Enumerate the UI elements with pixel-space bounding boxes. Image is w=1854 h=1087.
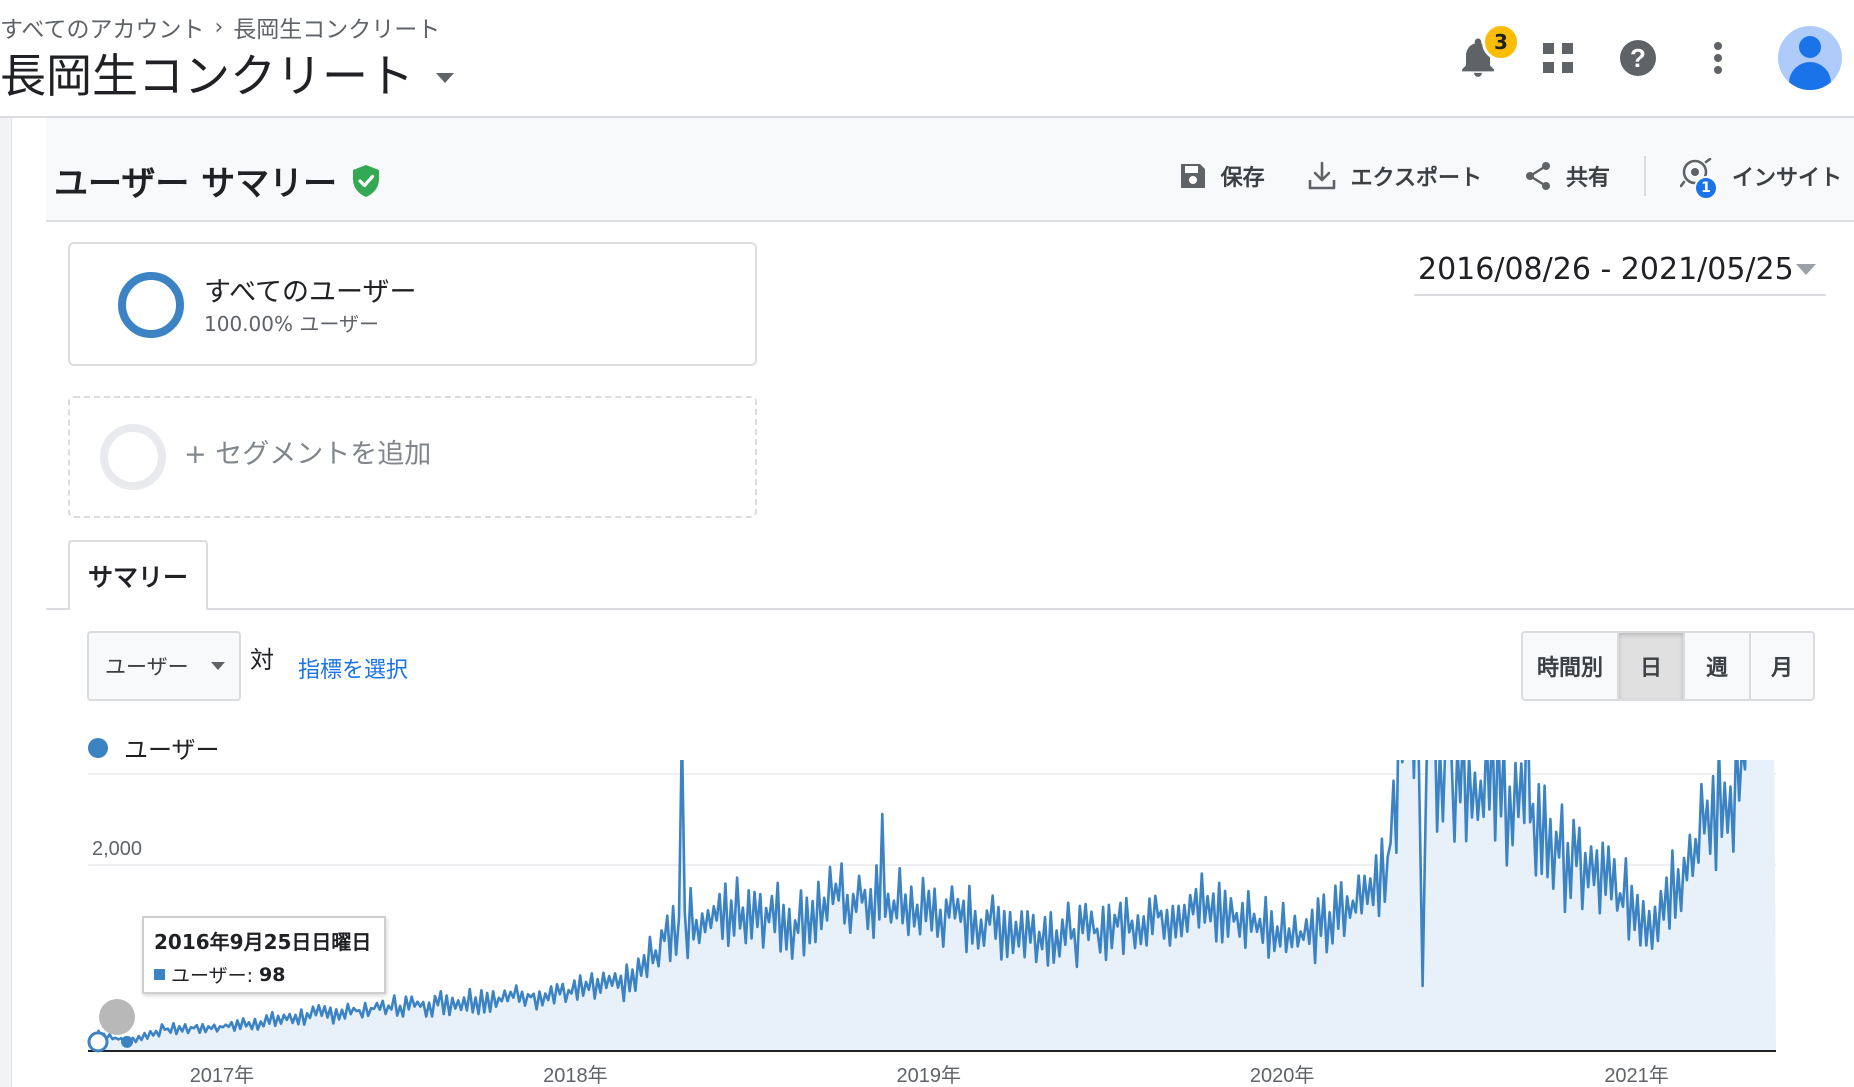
granularity-week-button[interactable]: 週: [1685, 633, 1751, 699]
more-vert-icon: [1714, 42, 1722, 74]
metric-dropdown-value: ユーザー: [105, 655, 189, 679]
report-title-text: ユーザー サマリー: [54, 164, 338, 204]
x-tick-label: 2020年: [1250, 1064, 1315, 1087]
help-icon: ?: [1620, 40, 1656, 76]
save-label: 保存: [1220, 166, 1265, 191]
report-header: ユーザー サマリー 保存 エクスポート 共有 1 インサイト: [46, 118, 1854, 222]
chevron-right-icon: ›: [214, 14, 224, 40]
insights-count-badge: 1: [1693, 176, 1718, 200]
x-tick-label: 2018年: [543, 1064, 608, 1087]
avatar-head: [1799, 36, 1821, 58]
tooltip-swatch: [154, 969, 165, 980]
notifications-button[interactable]: 3: [1438, 22, 1520, 94]
top-header: すべてのアカウント › 長岡生コンクリート 長岡生コンクリート 3 ?: [0, 0, 1854, 118]
caret-down-icon: [211, 662, 225, 670]
granularity-month-button[interactable]: 月: [1751, 633, 1813, 699]
account-avatar[interactable]: [1778, 26, 1842, 90]
date-range-picker[interactable]: 2016/08/26 - 2021/05/25: [1414, 244, 1826, 296]
tabs-divider: [46, 608, 1854, 610]
tooltip-row: ユーザー: 98: [154, 961, 374, 988]
x-tick-label: 2019年: [897, 1064, 962, 1087]
metric-dropdown[interactable]: ユーザー: [87, 631, 241, 701]
breadcrumb-all-accounts[interactable]: すべてのアカウント: [0, 10, 204, 44]
account-title: 長岡生コンクリート: [0, 49, 414, 103]
segment-ring-icon: [118, 272, 184, 338]
granularity-day-button[interactable]: 日: [1619, 633, 1685, 699]
save-button[interactable]: 保存: [1179, 160, 1265, 192]
add-segment-label: + セグメントを追加: [184, 439, 432, 470]
help-button[interactable]: ?: [1598, 22, 1678, 94]
chart-tooltip: 2016年9月25日日曜日 ユーザー: 98: [142, 916, 386, 994]
insights-button[interactable]: 1 インサイト: [1679, 157, 1842, 200]
date-range-text: 2016/08/26 - 2021/05/25: [1418, 251, 1794, 287]
granularity-hourly-button[interactable]: 時間別: [1523, 633, 1619, 699]
select-metric-link[interactable]: 指標を選択: [298, 652, 408, 684]
share-icon: [1525, 162, 1550, 190]
share-label: 共有: [1565, 166, 1610, 191]
more-options-button[interactable]: [1678, 22, 1758, 94]
action-divider: [1643, 156, 1646, 196]
report-title: ユーザー サマリー: [54, 156, 381, 205]
tooltip-date: 2016年9月25日日曜日: [154, 930, 372, 954]
tab-summary[interactable]: サマリー: [68, 540, 208, 610]
breadcrumb: すべてのアカウント › 長岡生コンクリート: [0, 10, 440, 44]
apps-grid-icon: [1543, 43, 1573, 73]
avatar-body: [1789, 62, 1831, 90]
verified-shield-icon: [353, 164, 380, 197]
account-selector[interactable]: 長岡生コンクリート: [0, 40, 454, 106]
share-button[interactable]: 共有: [1524, 160, 1610, 192]
apps-button[interactable]: [1518, 22, 1598, 94]
x-tick-label: 2021年: [1604, 1064, 1669, 1087]
caret-down-icon: [1796, 263, 1816, 275]
insights-icon: 1: [1679, 157, 1718, 200]
export-label: エクスポート: [1350, 166, 1482, 191]
caret-down-icon: [436, 73, 454, 83]
breadcrumb-account[interactable]: 長岡生コンクリート: [233, 10, 440, 44]
versus-label: 対: [250, 646, 274, 674]
legend-swatch: [88, 737, 108, 758]
tooltip-value: 98: [259, 963, 286, 986]
tooltip-label: ユーザー:: [171, 965, 254, 987]
x-tick-label: 2017年: [190, 1064, 255, 1087]
series-start-point: [87, 1031, 109, 1053]
add-segment-button[interactable]: + セグメントを追加: [68, 396, 757, 518]
empty-segment-ring-icon: [100, 424, 166, 490]
segment-name: すべてのユーザー: [204, 277, 417, 308]
granularity-toggle: 時間別 日 週 月: [1521, 631, 1815, 701]
download-icon: [1308, 161, 1335, 190]
drag-handle: [99, 999, 135, 1035]
insights-label: インサイト: [1731, 166, 1842, 191]
svg-text:?: ?: [1630, 43, 1646, 73]
export-button[interactable]: エクスポート: [1307, 160, 1482, 192]
highlighted-data-point: [121, 1035, 134, 1048]
save-icon: [1180, 164, 1205, 188]
notification-count-badge: 3: [1482, 23, 1520, 61]
segment-all-users[interactable]: すべてのユーザー 100.00% ユーザー: [68, 242, 757, 366]
report-actions: 保存 エクスポート 共有 1 インサイト: [1137, 156, 1842, 200]
header-toolbar: 3 ?: [1438, 22, 1854, 94]
segment-share: 100.00% ユーザー: [204, 312, 379, 336]
y-tick-label: 2,000: [92, 838, 142, 860]
